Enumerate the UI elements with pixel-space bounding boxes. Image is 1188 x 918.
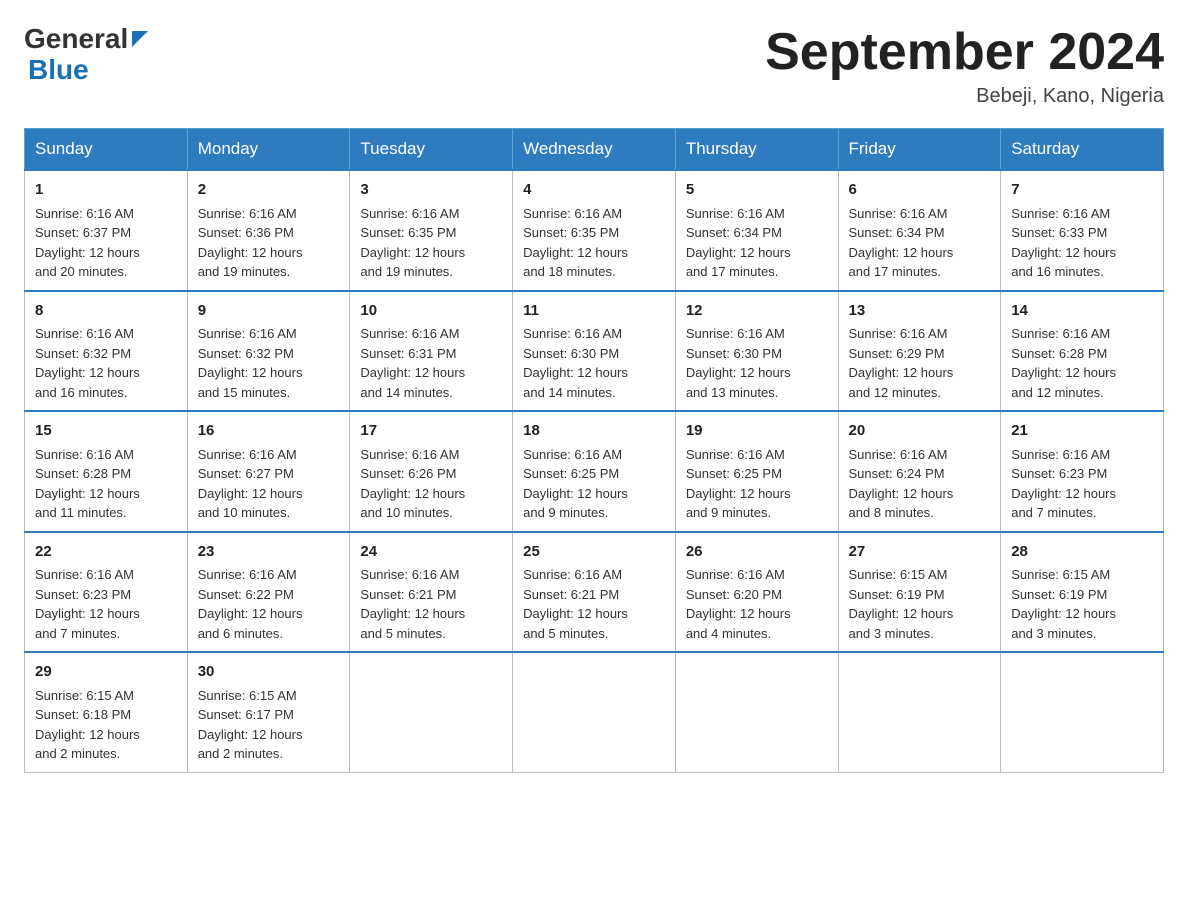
calendar-cell: 9Sunrise: 6:16 AMSunset: 6:32 PMDaylight… [187,291,350,412]
calendar-cell: 15Sunrise: 6:16 AMSunset: 6:28 PMDayligh… [25,411,188,532]
calendar-cell: 4Sunrise: 6:16 AMSunset: 6:35 PMDaylight… [513,170,676,291]
day-number: 21 [1011,420,1153,443]
day-number: 25 [523,541,665,564]
day-number: 24 [360,541,502,564]
calendar-cell: 3Sunrise: 6:16 AMSunset: 6:35 PMDaylight… [350,170,513,291]
calendar-cell [1001,652,1164,772]
logo: General Blue [24,24,148,86]
calendar-cell: 13Sunrise: 6:16 AMSunset: 6:29 PMDayligh… [838,291,1001,412]
calendar-week-row: 8Sunrise: 6:16 AMSunset: 6:32 PMDaylight… [25,291,1164,412]
calendar-cell [513,652,676,772]
day-number: 20 [849,420,991,443]
day-number: 18 [523,420,665,443]
day-number: 6 [849,179,991,202]
day-number: 11 [523,300,665,323]
calendar-cell: 2Sunrise: 6:16 AMSunset: 6:36 PMDaylight… [187,170,350,291]
day-number: 29 [35,661,177,684]
calendar-cell: 22Sunrise: 6:16 AMSunset: 6:23 PMDayligh… [25,532,188,653]
day-number: 5 [686,179,828,202]
day-number: 19 [686,420,828,443]
calendar-week-row: 1Sunrise: 6:16 AMSunset: 6:37 PMDaylight… [25,170,1164,291]
day-number: 1 [35,179,177,202]
day-number: 16 [198,420,340,443]
day-number: 13 [849,300,991,323]
day-number: 17 [360,420,502,443]
calendar-cell: 6Sunrise: 6:16 AMSunset: 6:34 PMDaylight… [838,170,1001,291]
day-number: 8 [35,300,177,323]
day-number: 23 [198,541,340,564]
calendar-cell: 30Sunrise: 6:15 AMSunset: 6:17 PMDayligh… [187,652,350,772]
calendar-cell: 1Sunrise: 6:16 AMSunset: 6:37 PMDaylight… [25,170,188,291]
calendar-cell: 21Sunrise: 6:16 AMSunset: 6:23 PMDayligh… [1001,411,1164,532]
calendar-cell: 16Sunrise: 6:16 AMSunset: 6:27 PMDayligh… [187,411,350,532]
day-header-wednesday: Wednesday [513,129,676,171]
calendar-cell [350,652,513,772]
day-number: 26 [686,541,828,564]
calendar-cell [838,652,1001,772]
day-number: 3 [360,179,502,202]
calendar-header-row: SundayMondayTuesdayWednesdayThursdayFrid… [25,129,1164,171]
title-block: September 2024 Bebeji, Kano, Nigeria [765,24,1164,108]
calendar-cell [675,652,838,772]
logo-blue-text: Blue [28,55,148,86]
calendar-table: SundayMondayTuesdayWednesdayThursdayFrid… [24,128,1164,773]
month-title: September 2024 [765,24,1164,81]
day-number: 15 [35,420,177,443]
calendar-cell: 14Sunrise: 6:16 AMSunset: 6:28 PMDayligh… [1001,291,1164,412]
calendar-cell: 25Sunrise: 6:16 AMSunset: 6:21 PMDayligh… [513,532,676,653]
logo-block: General Blue [24,24,148,86]
day-number: 4 [523,179,665,202]
location-title: Bebeji, Kano, Nigeria [765,85,1164,108]
day-number: 7 [1011,179,1153,202]
calendar-cell: 27Sunrise: 6:15 AMSunset: 6:19 PMDayligh… [838,532,1001,653]
calendar-week-row: 15Sunrise: 6:16 AMSunset: 6:28 PMDayligh… [25,411,1164,532]
calendar-cell: 7Sunrise: 6:16 AMSunset: 6:33 PMDaylight… [1001,170,1164,291]
calendar-cell: 26Sunrise: 6:16 AMSunset: 6:20 PMDayligh… [675,532,838,653]
day-header-monday: Monday [187,129,350,171]
logo-general-text: General [24,24,128,55]
day-number: 22 [35,541,177,564]
calendar-cell: 11Sunrise: 6:16 AMSunset: 6:30 PMDayligh… [513,291,676,412]
day-number: 2 [198,179,340,202]
day-header-saturday: Saturday [1001,129,1164,171]
day-header-friday: Friday [838,129,1001,171]
page-header: General Blue September 2024 Bebeji, Kano… [24,24,1164,108]
day-number: 27 [849,541,991,564]
day-number: 28 [1011,541,1153,564]
calendar-cell: 23Sunrise: 6:16 AMSunset: 6:22 PMDayligh… [187,532,350,653]
calendar-week-row: 29Sunrise: 6:15 AMSunset: 6:18 PMDayligh… [25,652,1164,772]
day-number: 10 [360,300,502,323]
day-number: 9 [198,300,340,323]
calendar-cell: 12Sunrise: 6:16 AMSunset: 6:30 PMDayligh… [675,291,838,412]
day-header-sunday: Sunday [25,129,188,171]
calendar-cell: 28Sunrise: 6:15 AMSunset: 6:19 PMDayligh… [1001,532,1164,653]
calendar-cell: 29Sunrise: 6:15 AMSunset: 6:18 PMDayligh… [25,652,188,772]
calendar-cell: 19Sunrise: 6:16 AMSunset: 6:25 PMDayligh… [675,411,838,532]
calendar-cell: 10Sunrise: 6:16 AMSunset: 6:31 PMDayligh… [350,291,513,412]
calendar-week-row: 22Sunrise: 6:16 AMSunset: 6:23 PMDayligh… [25,532,1164,653]
calendar-cell: 17Sunrise: 6:16 AMSunset: 6:26 PMDayligh… [350,411,513,532]
day-header-thursday: Thursday [675,129,838,171]
day-number: 12 [686,300,828,323]
day-number: 30 [198,661,340,684]
calendar-cell: 20Sunrise: 6:16 AMSunset: 6:24 PMDayligh… [838,411,1001,532]
calendar-cell: 24Sunrise: 6:16 AMSunset: 6:21 PMDayligh… [350,532,513,653]
calendar-cell: 5Sunrise: 6:16 AMSunset: 6:34 PMDaylight… [675,170,838,291]
day-number: 14 [1011,300,1153,323]
day-header-tuesday: Tuesday [350,129,513,171]
calendar-cell: 8Sunrise: 6:16 AMSunset: 6:32 PMDaylight… [25,291,188,412]
calendar-cell: 18Sunrise: 6:16 AMSunset: 6:25 PMDayligh… [513,411,676,532]
